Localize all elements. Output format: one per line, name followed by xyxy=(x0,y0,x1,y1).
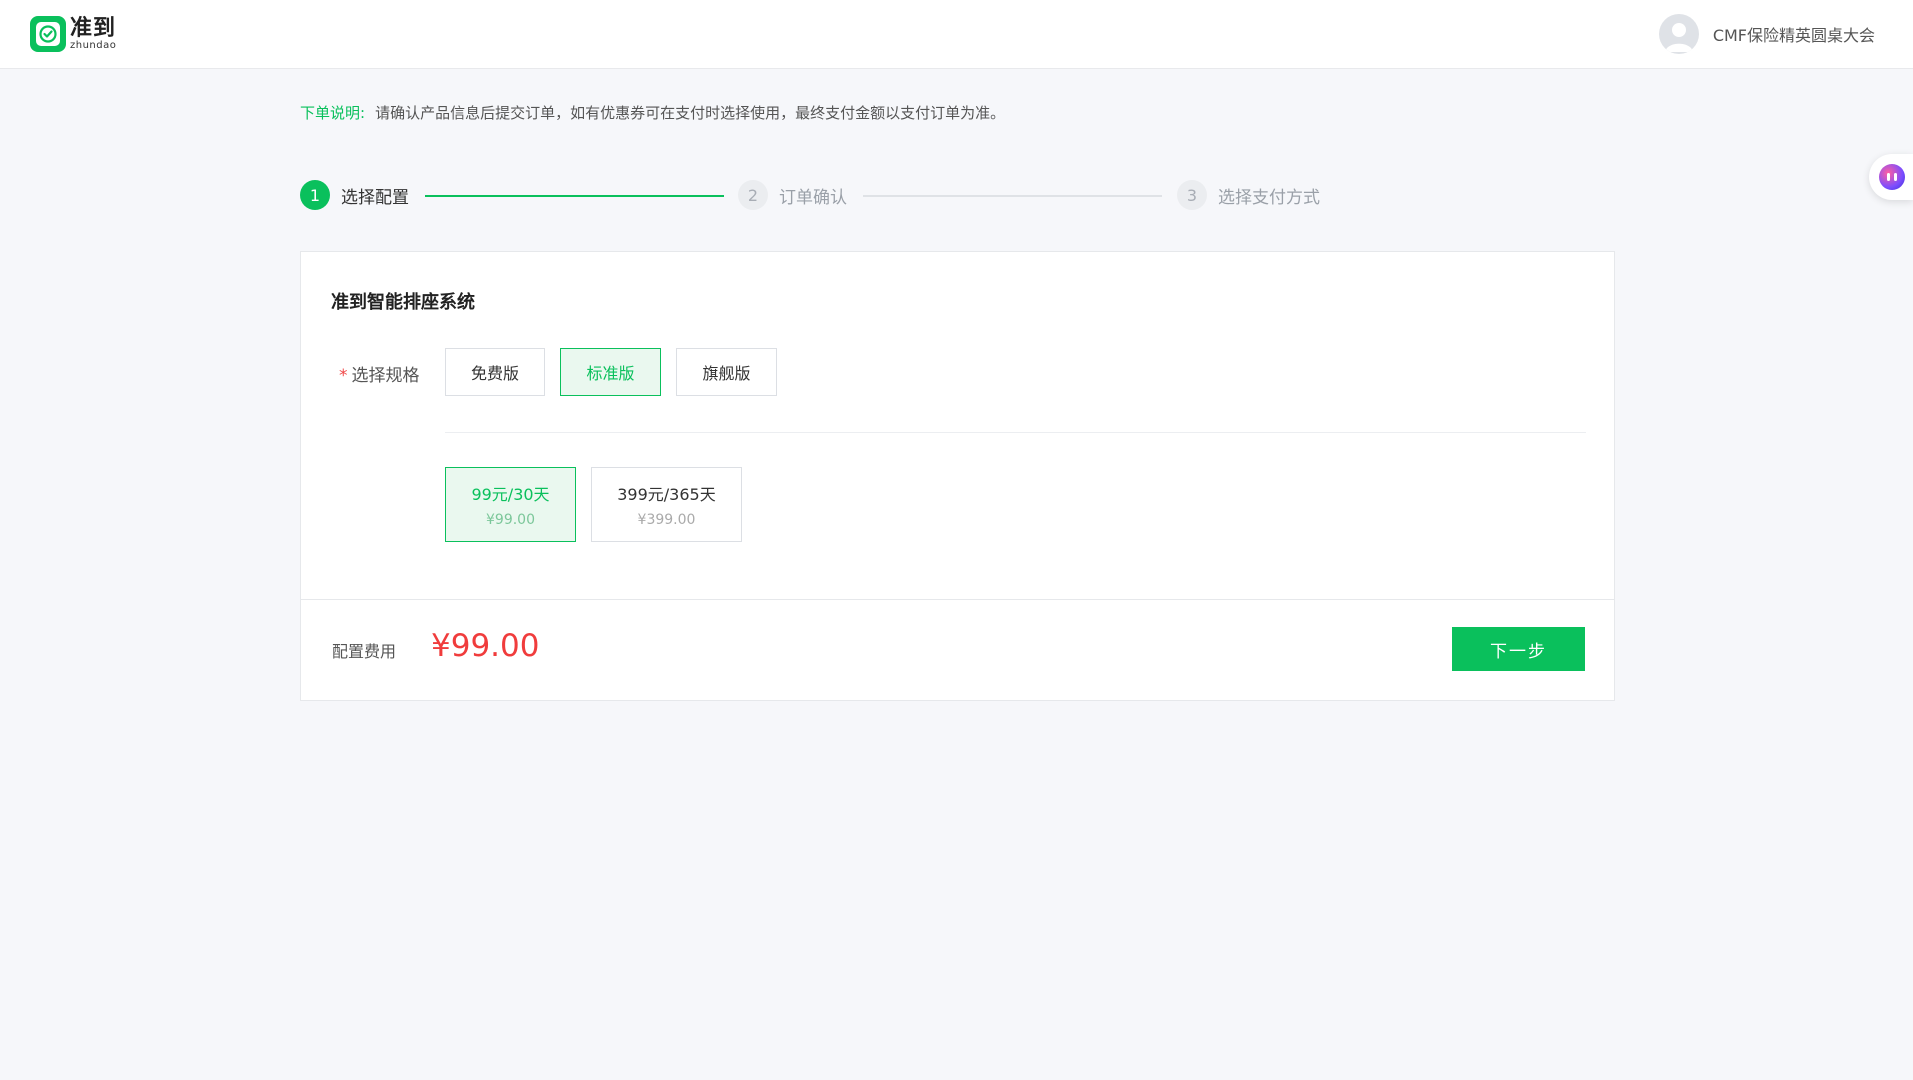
price-option-30-days[interactable]: 99元/30天 ¥99.00 xyxy=(445,467,576,542)
step-connector-done xyxy=(425,195,724,197)
spec-label-text: 选择规格 xyxy=(351,366,420,386)
card-footer: 配置费用 ¥99.00 下一步 xyxy=(301,599,1614,700)
user-menu[interactable]: CMF保险精英圆桌大会 xyxy=(1658,14,1875,54)
product-config-card: 准到智能排座系统 * 选择规格 免费版 标准版 旗舰版 99元/30天 ¥99.0… xyxy=(300,251,1615,701)
top-header: 准到 zhundao CMF保险精英圆桌大会 xyxy=(0,0,1913,69)
logo-check-icon xyxy=(30,16,66,52)
required-mark: * xyxy=(339,366,348,386)
divider xyxy=(445,432,1586,433)
logo-text-en: zhundao xyxy=(70,39,117,51)
step-number: 3 xyxy=(1177,180,1207,210)
step-connector-todo xyxy=(863,195,1162,197)
spec-option-free[interactable]: 免费版 xyxy=(445,348,545,396)
user-name[interactable]: CMF保险精英圆桌大会 xyxy=(1713,22,1875,46)
step-order-confirm: 2 订单确认 xyxy=(738,180,847,210)
price-option-title: 99元/30天 xyxy=(471,485,550,504)
assistant-float-button[interactable] xyxy=(1869,154,1913,200)
user-avatar-icon[interactable] xyxy=(1658,14,1699,54)
spec-option-flagship[interactable]: 旗舰版 xyxy=(676,348,777,396)
product-title: 准到智能排座系统 xyxy=(331,292,475,313)
fee-value: ¥99.00 xyxy=(431,628,540,664)
spec-label: * 选择规格 xyxy=(339,361,420,386)
order-steps: 1 选择配置 2 订单确认 3 选择支付方式 xyxy=(300,180,1320,212)
price-option-price: ¥399.00 xyxy=(637,512,696,528)
step-label: 选择支付方式 xyxy=(1218,187,1320,208)
step-select-config: 1 选择配置 xyxy=(300,180,409,210)
step-label: 选择配置 xyxy=(341,187,409,208)
spec-option-standard[interactable]: 标准版 xyxy=(560,348,661,396)
step-select-payment: 3 选择支付方式 xyxy=(1177,180,1320,210)
price-option-365-days[interactable]: 399元/365天 ¥399.00 xyxy=(591,467,742,542)
next-step-button[interactable]: 下一步 xyxy=(1452,627,1585,671)
price-option-title: 399元/365天 xyxy=(617,485,716,504)
notice-label: 下单说明: xyxy=(300,104,366,122)
notice-text: 请确认产品信息后提交订单，如有优惠券可在支付时选择使用，最终支付金额以支付订单为… xyxy=(375,104,1006,122)
step-label: 订单确认 xyxy=(779,187,847,208)
step-number: 1 xyxy=(300,180,330,210)
step-number: 2 xyxy=(738,180,768,210)
brand-logo[interactable]: 准到 zhundao xyxy=(30,16,116,52)
assistant-orb-icon xyxy=(1879,164,1905,190)
price-option-price: ¥99.00 xyxy=(486,512,535,528)
fee-label: 配置费用 xyxy=(332,642,397,661)
logo-text-cn: 准到 xyxy=(70,15,117,41)
order-notice: 下单说明: 请确认产品信息后提交订单，如有优惠券可在支付时选择使用，最终支付金额以… xyxy=(300,102,1005,123)
